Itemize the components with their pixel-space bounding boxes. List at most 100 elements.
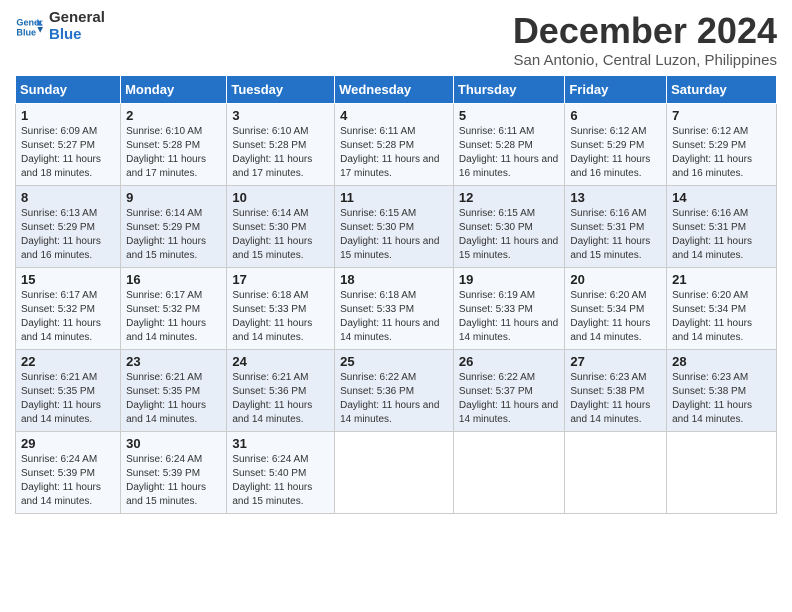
day-number: 24 [232, 354, 329, 369]
day-info: Sunrise: 6:19 AMSunset: 5:33 PMDaylight:… [459, 289, 559, 345]
calendar-cell: 11 Sunrise: 6:15 AMSunset: 5:30 PMDayligh… [335, 186, 454, 268]
calendar-cell: 1Sunrise: 6:09 AMSunset: 5:27 PMDaylight… [16, 104, 121, 186]
header-tuesday: Tuesday [227, 76, 335, 104]
calendar-cell [667, 432, 777, 514]
calendar-cell: 26 Sunrise: 6:22 AMSunset: 5:37 PMDayligh… [453, 350, 564, 432]
day-number: 9 [126, 190, 221, 205]
day-info: Sunrise: 6:18 AMSunset: 5:33 PMDaylight:… [232, 289, 329, 345]
day-number: 10 [232, 190, 329, 205]
calendar-cell [453, 432, 564, 514]
day-info: Sunrise: 6:12 AMSunset: 5:29 PMDaylight:… [570, 125, 661, 181]
week-row-2: 8 Sunrise: 6:13 AMSunset: 5:29 PMDaylight… [16, 186, 777, 268]
calendar-cell: 23 Sunrise: 6:21 AMSunset: 5:35 PMDayligh… [121, 350, 227, 432]
header-friday: Friday [565, 76, 667, 104]
day-info: Sunrise: 6:18 AMSunset: 5:33 PMDaylight:… [340, 289, 448, 345]
calendar-cell: 7 Sunrise: 6:12 AMSunset: 5:29 PMDaylight… [667, 104, 777, 186]
main-title: December 2024 [513, 10, 777, 52]
calendar-cell: 10Sunrise: 6:14 AMSunset: 5:30 PMDayligh… [227, 186, 335, 268]
calendar-cell: 18 Sunrise: 6:18 AMSunset: 5:33 PMDayligh… [335, 268, 454, 350]
day-info: Sunrise: 6:22 AMSunset: 5:37 PMDaylight:… [459, 371, 559, 427]
logo-icon: General Blue [15, 13, 43, 41]
day-info: Sunrise: 6:23 AMSunset: 5:38 PMDaylight:… [570, 371, 661, 427]
day-number: 1 [21, 108, 115, 123]
day-number: 16 [126, 272, 221, 287]
week-row-3: 15 Sunrise: 6:17 AMSunset: 5:32 PMDayligh… [16, 268, 777, 350]
day-number: 25 [340, 354, 448, 369]
calendar-cell: 24 Sunrise: 6:21 AMSunset: 5:36 PMDayligh… [227, 350, 335, 432]
calendar-cell: 20Sunrise: 6:20 AMSunset: 5:34 PMDayligh… [565, 268, 667, 350]
day-info: Sunrise: 6:24 AMSunset: 5:39 PMDaylight:… [126, 453, 221, 509]
header: General Blue General Blue December 2024 … [15, 10, 777, 69]
header-thursday: Thursday [453, 76, 564, 104]
day-info: Sunrise: 6:24 AMSunset: 5:40 PMDaylight:… [232, 453, 329, 509]
logo: General Blue General Blue [15, 10, 105, 43]
calendar-cell: 9 Sunrise: 6:14 AMSunset: 5:29 PMDaylight… [121, 186, 227, 268]
calendar-cell: 3Sunrise: 6:10 AMSunset: 5:28 PMDaylight… [227, 104, 335, 186]
header-sunday: Sunday [16, 76, 121, 104]
day-number: 20 [570, 272, 661, 287]
day-info: Sunrise: 6:11 AMSunset: 5:28 PMDaylight:… [459, 125, 559, 181]
calendar-cell: 16 Sunrise: 6:17 AMSunset: 5:32 PMDayligh… [121, 268, 227, 350]
day-number: 6 [570, 108, 661, 123]
day-number: 31 [232, 436, 329, 451]
day-info: Sunrise: 6:13 AMSunset: 5:29 PMDaylight:… [21, 207, 115, 263]
day-info: Sunrise: 6:17 AMSunset: 5:32 PMDaylight:… [126, 289, 221, 345]
calendar-table: SundayMondayTuesdayWednesdayThursdayFrid… [15, 75, 777, 514]
day-info: Sunrise: 6:16 AMSunset: 5:31 PMDaylight:… [570, 207, 661, 263]
week-row-5: 29 Sunrise: 6:24 AMSunset: 5:39 PMDayligh… [16, 432, 777, 514]
day-number: 7 [672, 108, 771, 123]
calendar-cell: 14Sunrise: 6:16 AMSunset: 5:31 PMDayligh… [667, 186, 777, 268]
day-info: Sunrise: 6:21 AMSunset: 5:35 PMDaylight:… [126, 371, 221, 427]
header-saturday: Saturday [667, 76, 777, 104]
week-row-4: 22 Sunrise: 6:21 AMSunset: 5:35 PMDayligh… [16, 350, 777, 432]
day-info: Sunrise: 6:21 AMSunset: 5:35 PMDaylight:… [21, 371, 115, 427]
calendar-cell: 22 Sunrise: 6:21 AMSunset: 5:35 PMDayligh… [16, 350, 121, 432]
day-info: Sunrise: 6:20 AMSunset: 5:34 PMDaylight:… [672, 289, 771, 345]
week-row-1: 1Sunrise: 6:09 AMSunset: 5:27 PMDaylight… [16, 104, 777, 186]
logo-line1: General [49, 10, 105, 27]
subtitle: San Antonio, Central Luzon, Philippines [513, 52, 777, 69]
day-number: 26 [459, 354, 559, 369]
day-number: 4 [340, 108, 448, 123]
day-info: Sunrise: 6:24 AMSunset: 5:39 PMDaylight:… [21, 453, 115, 509]
calendar-cell [565, 432, 667, 514]
day-number: 27 [570, 354, 661, 369]
day-number: 12 [459, 190, 559, 205]
calendar-cell: 13 Sunrise: 6:16 AMSunset: 5:31 PMDayligh… [565, 186, 667, 268]
day-number: 22 [21, 354, 115, 369]
day-info: Sunrise: 6:14 AMSunset: 5:29 PMDaylight:… [126, 207, 221, 263]
day-number: 19 [459, 272, 559, 287]
calendar-cell: 6 Sunrise: 6:12 AMSunset: 5:29 PMDaylight… [565, 104, 667, 186]
day-info: Sunrise: 6:12 AMSunset: 5:29 PMDaylight:… [672, 125, 771, 181]
calendar-cell: 15 Sunrise: 6:17 AMSunset: 5:32 PMDayligh… [16, 268, 121, 350]
calendar-cell: 19 Sunrise: 6:19 AMSunset: 5:33 PMDayligh… [453, 268, 564, 350]
day-info: Sunrise: 6:15 AMSunset: 5:30 PMDaylight:… [459, 207, 559, 263]
day-info: Sunrise: 6:17 AMSunset: 5:32 PMDaylight:… [21, 289, 115, 345]
calendar-cell: 25 Sunrise: 6:22 AMSunset: 5:36 PMDayligh… [335, 350, 454, 432]
calendar-cell [335, 432, 454, 514]
day-number: 18 [340, 272, 448, 287]
header-monday: Monday [121, 76, 227, 104]
header-wednesday: Wednesday [335, 76, 454, 104]
day-info: Sunrise: 6:22 AMSunset: 5:36 PMDaylight:… [340, 371, 448, 427]
day-number: 28 [672, 354, 771, 369]
day-info: Sunrise: 6:21 AMSunset: 5:36 PMDaylight:… [232, 371, 329, 427]
calendar-cell: 2Sunrise: 6:10 AMSunset: 5:28 PMDaylight… [121, 104, 227, 186]
calendar-cell: 12 Sunrise: 6:15 AMSunset: 5:30 PMDayligh… [453, 186, 564, 268]
day-info: Sunrise: 6:16 AMSunset: 5:31 PMDaylight:… [672, 207, 771, 263]
svg-text:Blue: Blue [16, 27, 36, 37]
day-number: 29 [21, 436, 115, 451]
day-info: Sunrise: 6:15 AMSunset: 5:30 PMDaylight:… [340, 207, 448, 263]
calendar-cell: 21Sunrise: 6:20 AMSunset: 5:34 PMDayligh… [667, 268, 777, 350]
calendar-cell: 28 Sunrise: 6:23 AMSunset: 5:38 PMDayligh… [667, 350, 777, 432]
day-number: 8 [21, 190, 115, 205]
day-number: 15 [21, 272, 115, 287]
calendar-header-row: SundayMondayTuesdayWednesdayThursdayFrid… [16, 76, 777, 104]
day-number: 13 [570, 190, 661, 205]
day-number: 23 [126, 354, 221, 369]
day-info: Sunrise: 6:23 AMSunset: 5:38 PMDaylight:… [672, 371, 771, 427]
day-number: 5 [459, 108, 559, 123]
calendar-cell: 17Sunrise: 6:18 AMSunset: 5:33 PMDayligh… [227, 268, 335, 350]
calendar-cell: 30Sunrise: 6:24 AMSunset: 5:39 PMDayligh… [121, 432, 227, 514]
day-number: 11 [340, 190, 448, 205]
